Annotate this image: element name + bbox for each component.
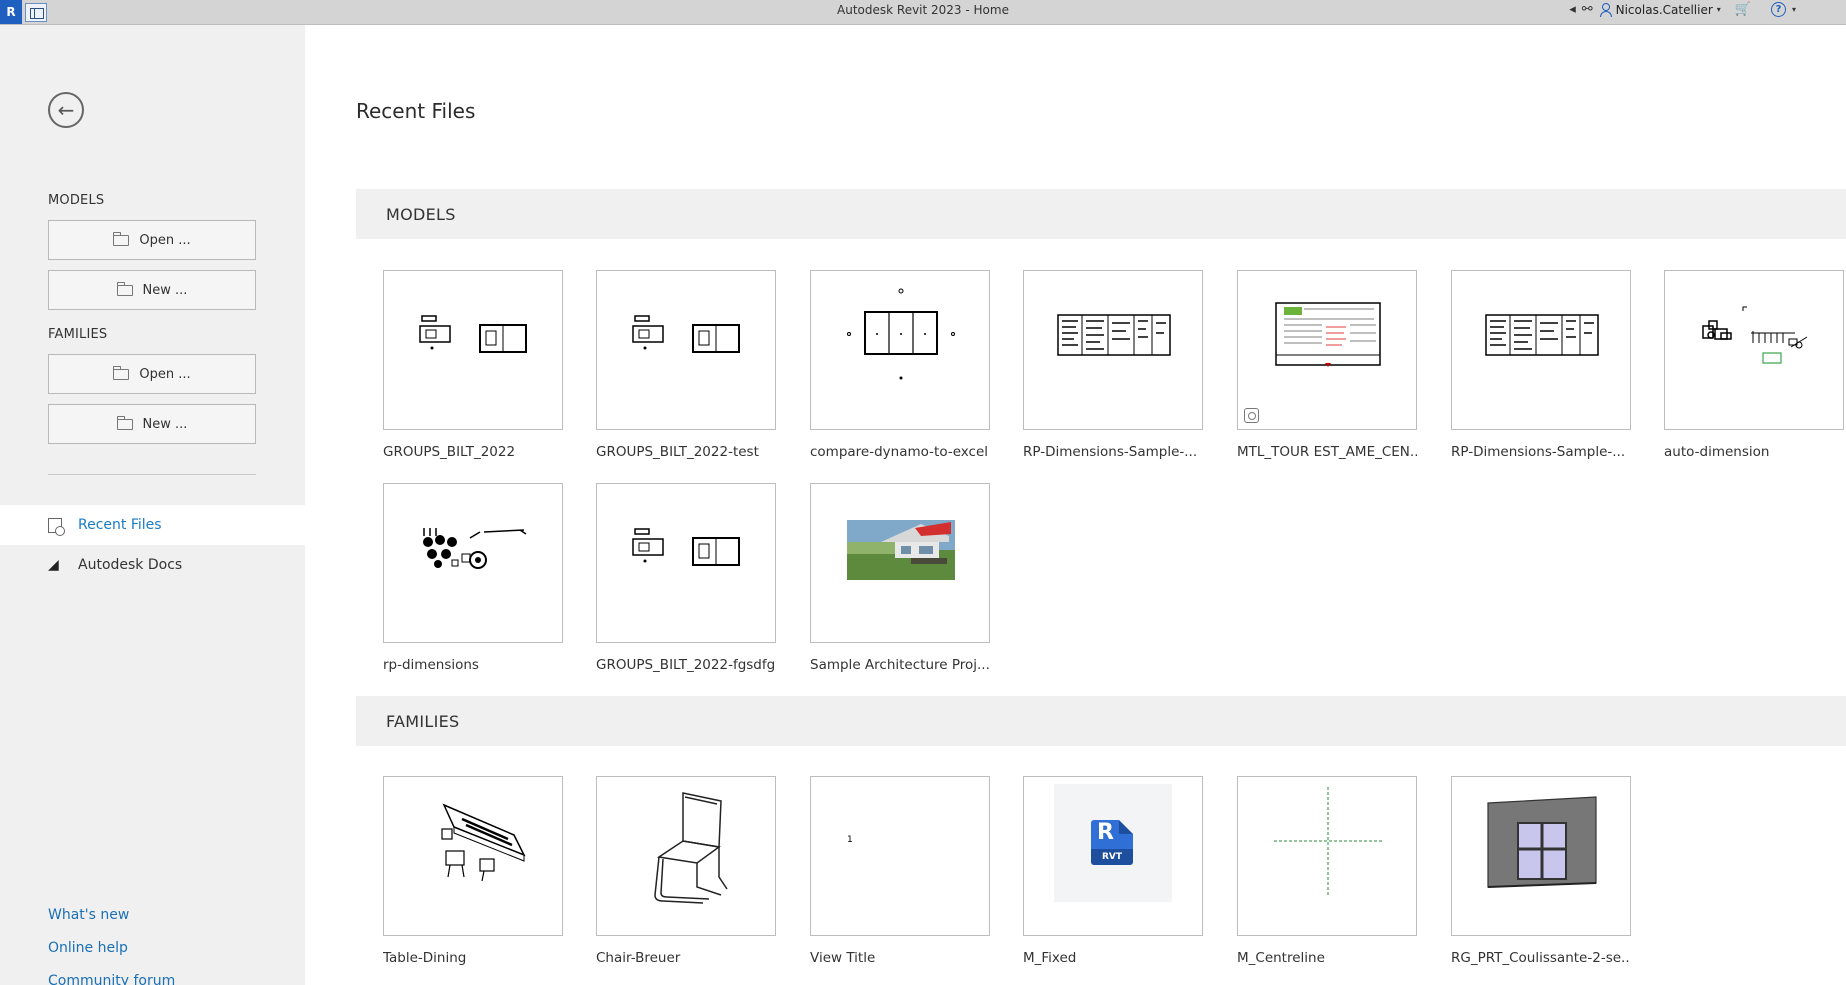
model-thumbnail[interactable]: [596, 483, 776, 643]
revit-logo-icon[interactable]: R: [0, 0, 22, 24]
family-thumbnail[interactable]: R RVT: [1023, 776, 1203, 936]
collapse-arrow-icon[interactable]: ◂: [1569, 2, 1576, 17]
model-thumbnail[interactable]: [1237, 270, 1417, 430]
models-new-label: New ...: [142, 282, 188, 298]
folder-open-icon: [113, 231, 130, 246]
nav-autodesk-docs[interactable]: ◢ Autodesk Docs: [0, 545, 305, 585]
autodesk-docs-icon: ◢: [48, 557, 59, 573]
model-thumbnail[interactable]: [383, 483, 563, 643]
model-thumbnail[interactable]: [383, 270, 563, 430]
model-card-label: GROUPS_BILT_2022: [383, 444, 516, 460]
model-card[interactable]: RP-Dimensions-Sample-...: [1023, 270, 1203, 460]
online-help-link[interactable]: Online help: [48, 940, 128, 956]
model-card[interactable]: RP-Dimensions-Sample-...: [1451, 270, 1631, 460]
community-forum-link[interactable]: Community forum: [48, 973, 175, 985]
folder-new-icon: [116, 281, 133, 296]
models-section-label: MODELS: [48, 193, 105, 208]
family-card[interactable]: R RVT M_Fixed: [1023, 776, 1203, 966]
whats-new-link[interactable]: What's new: [48, 907, 129, 923]
binoculars-icon[interactable]: ⚯: [1582, 2, 1593, 17]
family-card[interactable]: Chair-Breuer: [596, 776, 776, 966]
user-icon: [1599, 2, 1612, 17]
model-card-label: auto-dimension: [1664, 444, 1770, 460]
model-thumbnail[interactable]: [1664, 270, 1844, 430]
family-card-label: M_Centreline: [1237, 950, 1325, 966]
user-menu[interactable]: Nicolas.Catellier ▾: [1599, 2, 1721, 17]
families-open-label: Open ...: [139, 366, 191, 382]
cart-icon[interactable]: 🛒: [1735, 2, 1751, 17]
models-open-button[interactable]: Open ...: [48, 220, 256, 260]
model-card[interactable]: rp-dimensions: [383, 483, 563, 673]
model-card-label: GROUPS_BILT_2022-test: [596, 444, 759, 460]
families-new-label: New ...: [142, 416, 188, 432]
folder-open-icon: [113, 365, 130, 380]
view-title-number: 1: [847, 835, 853, 845]
family-card[interactable]: Table-Dining: [383, 776, 563, 966]
cloud-model-icon: [1244, 408, 1259, 423]
model-card-label: MTL_TOUR EST_AME_CEN...: [1237, 444, 1417, 460]
families-section-title: FAMILIES: [386, 711, 460, 731]
nav-recent-files-label: Recent Files: [78, 517, 162, 533]
family-card-label: Chair-Breuer: [596, 950, 681, 966]
model-card-label: RP-Dimensions-Sample-...: [1023, 444, 1198, 460]
nav-autodesk-docs-label: Autodesk Docs: [78, 557, 183, 573]
model-card[interactable]: auto-dimension: [1664, 270, 1844, 460]
families-section-header: FAMILIES: [356, 696, 1846, 746]
title-bar: R Autodesk Revit 2023 - Home ◂ ⚯ Nicolas…: [0, 0, 1846, 25]
family-thumbnail[interactable]: [1237, 776, 1417, 936]
family-card[interactable]: RG_PRT_Coulissante-2-se...: [1451, 776, 1631, 966]
sidebar-divider: [48, 474, 256, 475]
models-section-header: MODELS: [356, 189, 1846, 239]
model-thumbnail[interactable]: [596, 270, 776, 430]
family-thumbnail[interactable]: [1451, 776, 1631, 936]
family-thumbnail[interactable]: 1: [810, 776, 990, 936]
model-card-label: RP-Dimensions-Sample-...: [1451, 444, 1626, 460]
family-card-label: M_Fixed: [1023, 950, 1077, 966]
model-thumbnail[interactable]: [810, 270, 990, 430]
families-open-button[interactable]: Open ...: [48, 354, 256, 394]
family-thumbnail[interactable]: [383, 776, 563, 936]
page-title: Recent Files: [356, 99, 476, 123]
model-card[interactable]: Sample Architecture Proj...: [810, 483, 990, 673]
model-card[interactable]: compare-dynamo-to-excel: [810, 270, 990, 460]
families-section-label: FAMILIES: [48, 327, 108, 342]
chevron-down-icon: ▾: [1716, 5, 1721, 14]
nav-recent-files[interactable]: Recent Files: [0, 505, 305, 545]
models-new-button[interactable]: New ...: [48, 270, 256, 310]
back-button[interactable]: ←: [48, 92, 84, 128]
model-card-label: compare-dynamo-to-excel: [810, 444, 988, 460]
rvt-file-icon: R RVT: [1054, 784, 1172, 902]
family-card-label: Table-Dining: [383, 950, 467, 966]
model-card-label: rp-dimensions: [383, 657, 479, 673]
sidebar: ← MODELS Open ... New ... FAMILIES Open …: [0, 25, 305, 985]
model-card-label: Sample Architecture Proj...: [810, 657, 990, 673]
main-content: Recent Files MODELS GROUPS_BILT_2022 GRO…: [305, 25, 1846, 985]
titlebar-tools: ◂ ⚯ Nicolas.Catellier ▾ 🛒 ? ▾: [1569, 2, 1796, 17]
models-open-label: Open ...: [139, 232, 191, 248]
arrow-left-icon: ←: [57, 98, 75, 122]
folder-new-icon: [116, 415, 133, 430]
model-card[interactable]: GROUPS_BILT_2022: [383, 270, 563, 460]
family-card-label: RG_PRT_Coulissante-2-se...: [1451, 950, 1631, 966]
family-thumbnail[interactable]: [596, 776, 776, 936]
recent-files-icon: [48, 517, 65, 536]
help-dropdown-icon[interactable]: ▾: [1792, 5, 1796, 14]
families-new-button[interactable]: New ...: [48, 404, 256, 444]
model-card[interactable]: GROUPS_BILT_2022-test: [596, 270, 776, 460]
user-name: Nicolas.Catellier: [1615, 2, 1713, 17]
model-thumbnail[interactable]: [1023, 270, 1203, 430]
family-card[interactable]: 1 View Title: [810, 776, 990, 966]
model-card-label: GROUPS_BILT_2022-fgsdfg: [596, 657, 776, 673]
model-thumbnail[interactable]: [1451, 270, 1631, 430]
model-thumbnail[interactable]: [810, 483, 990, 643]
models-section-title: MODELS: [386, 204, 456, 224]
family-card[interactable]: M_Centreline: [1237, 776, 1417, 966]
help-icon[interactable]: ?: [1770, 2, 1786, 17]
model-card[interactable]: MTL_TOUR EST_AME_CEN...: [1237, 270, 1417, 460]
quick-access-icon[interactable]: [25, 3, 47, 22]
model-card[interactable]: GROUPS_BILT_2022-fgsdfg: [596, 483, 776, 673]
family-card-label: View Title: [810, 950, 876, 966]
